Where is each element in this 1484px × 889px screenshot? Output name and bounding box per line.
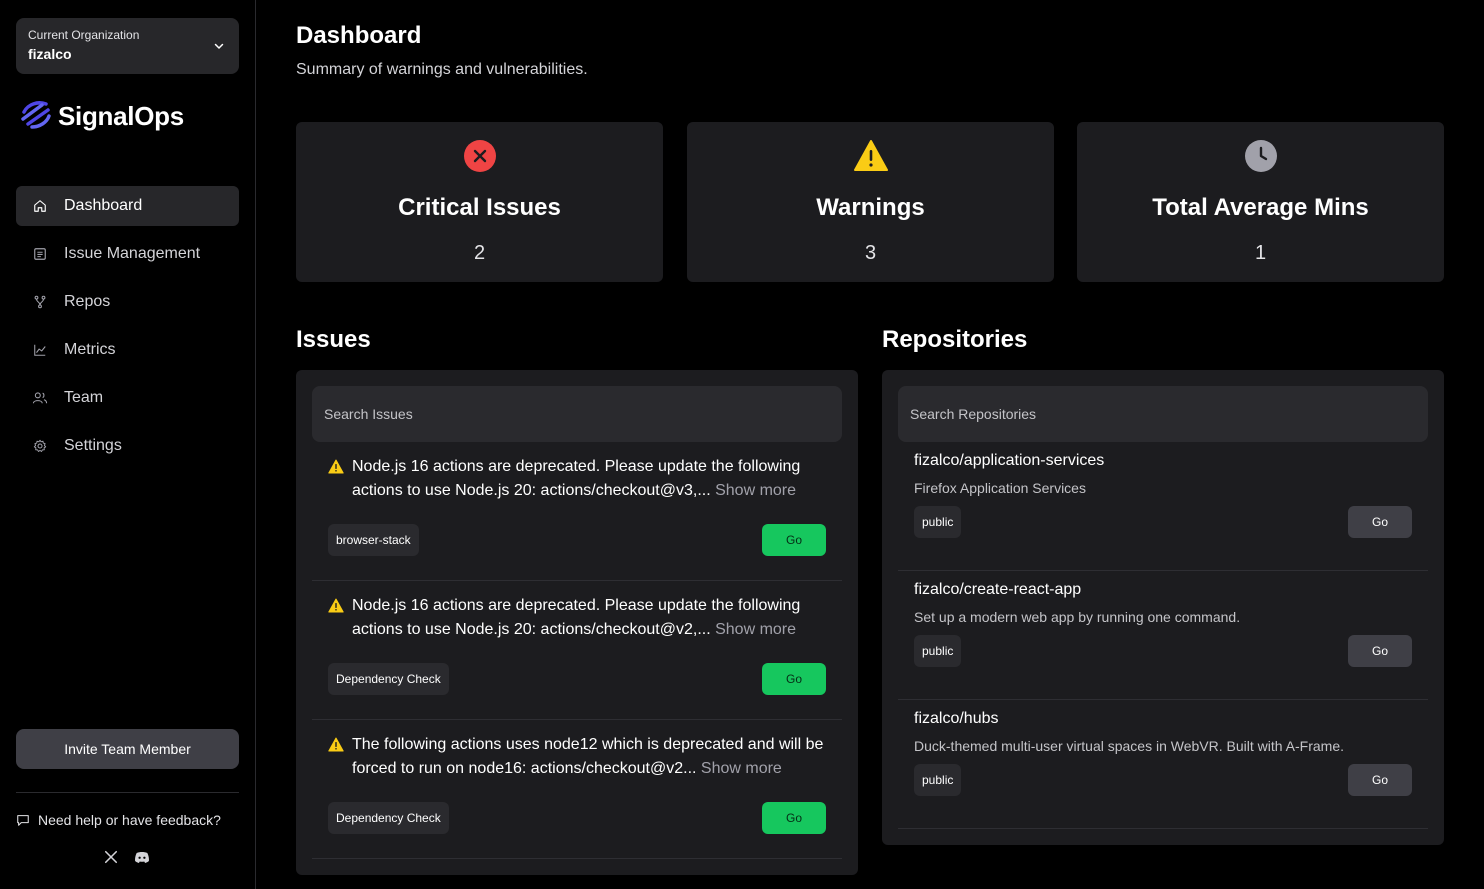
warning-icon xyxy=(328,737,344,757)
stat-value: 1 xyxy=(1254,242,1267,264)
sidebar-item-label: Repos xyxy=(64,293,111,310)
x-circle-icon xyxy=(463,139,497,173)
brand-name: SignalOps xyxy=(58,101,184,131)
git-branch-icon xyxy=(32,294,48,310)
search-issues-input[interactable] xyxy=(312,386,842,442)
page-subtitle: Summary of warnings and vulnerabilities. xyxy=(296,61,588,78)
home-icon xyxy=(32,198,48,214)
repo-name[interactable]: fizalco/application-services xyxy=(914,452,1104,470)
issue-item: Node.js 16 actions are deprecated. Pleas… xyxy=(312,581,842,720)
sidebar-item-team[interactable]: Team xyxy=(16,378,239,418)
repo-description: Firefox Application Services xyxy=(914,480,1086,496)
brand-logo[interactable]: SignalOps xyxy=(20,98,184,135)
sidebar: Current Organization fizalco SignalOps D… xyxy=(0,0,256,889)
gear-icon xyxy=(32,438,48,454)
issues-title: Issues xyxy=(296,326,371,353)
issue-message: The following actions uses node12 which … xyxy=(352,733,832,781)
repo-description: Set up a modern web app by running one c… xyxy=(914,609,1241,625)
repo-description: Duck-themed multi-user virtual spaces in… xyxy=(914,738,1344,754)
stat-value: 2 xyxy=(473,242,486,264)
sidebar-item-metrics[interactable]: Metrics xyxy=(16,330,239,370)
sidebar-item-label: Settings xyxy=(64,437,122,454)
sidebar-item-label: Issue Management xyxy=(64,245,201,262)
stat-title: Warnings xyxy=(816,194,925,221)
go-button[interactable]: Go xyxy=(1348,635,1412,667)
sidebar-divider xyxy=(16,792,239,793)
chevron-down-icon xyxy=(213,39,225,57)
issues-panel: Node.js 16 actions are deprecated. Pleas… xyxy=(296,370,858,875)
feedback-link[interactable]: Need help or have feedback? xyxy=(16,812,221,828)
signalops-logo-icon xyxy=(20,98,52,135)
stat-card-critical-issues: Critical Issues 2 xyxy=(296,122,663,282)
stat-title: Critical Issues xyxy=(398,194,561,221)
warning-icon xyxy=(328,459,344,479)
repositories-title: Repositories xyxy=(882,326,1028,353)
sidebar-item-repos[interactable]: Repos xyxy=(16,282,239,322)
org-label: Current Organization xyxy=(28,28,140,42)
message-icon xyxy=(17,815,29,826)
issue-message: Node.js 16 actions are deprecated. Pleas… xyxy=(352,455,832,503)
visibility-badge: public xyxy=(914,635,962,667)
repo-item: fizalco/application-services Firefox App… xyxy=(898,442,1428,571)
repo-name[interactable]: fizalco/create-react-app xyxy=(914,581,1081,599)
issue-tag: Dependency Check xyxy=(328,663,449,695)
stat-value: 3 xyxy=(864,242,877,264)
sidebar-item-label: Team xyxy=(64,389,104,406)
feedback-label: Need help or have feedback? xyxy=(38,812,221,828)
chart-line-icon xyxy=(32,342,48,358)
warning-icon xyxy=(853,139,888,173)
issue-item: Node.js 16 actions are deprecated. Pleas… xyxy=(312,442,842,581)
visibility-badge: public xyxy=(914,506,962,538)
org-switcher[interactable]: Current Organization fizalco xyxy=(16,18,239,74)
go-button[interactable]: Go xyxy=(762,802,826,834)
sidebar-item-label: Dashboard xyxy=(64,197,143,214)
sidebar-item-issue-management[interactable]: Issue Management xyxy=(16,234,239,274)
search-repositories-input[interactable] xyxy=(898,386,1428,442)
stat-card-warnings: Warnings 3 xyxy=(687,122,1054,282)
repo-item: fizalco/create-react-app Set up a modern… xyxy=(898,571,1428,700)
visibility-badge: public xyxy=(914,764,962,796)
stat-title: Total Average Mins xyxy=(1152,194,1369,221)
sidebar-item-settings[interactable]: Settings xyxy=(16,426,239,466)
sidebar-nav: Dashboard Issue Management Repos Metrics… xyxy=(16,186,239,474)
go-button[interactable]: Go xyxy=(1348,764,1412,796)
clock-icon xyxy=(1244,139,1278,173)
issue-tag: browser-stack xyxy=(328,524,419,556)
social-links xyxy=(104,850,166,864)
x-twitter-icon[interactable] xyxy=(104,850,118,864)
org-name: fizalco xyxy=(28,46,72,62)
list-icon xyxy=(32,246,48,262)
go-button[interactable]: Go xyxy=(1348,506,1412,538)
repo-item: fizalco/hubs Duck-themed multi-user virt… xyxy=(898,700,1428,829)
show-more-link[interactable]: Show more xyxy=(701,760,782,777)
page-title: Dashboard xyxy=(296,22,422,49)
discord-icon[interactable] xyxy=(134,851,150,864)
repositories-panel: fizalco/application-services Firefox App… xyxy=(882,370,1444,845)
go-button[interactable]: Go xyxy=(762,524,826,556)
warning-icon xyxy=(328,598,344,618)
sidebar-item-label: Metrics xyxy=(64,341,116,358)
go-button[interactable]: Go xyxy=(762,663,826,695)
issue-item: The following actions uses node12 which … xyxy=(312,720,842,859)
repo-name[interactable]: fizalco/hubs xyxy=(914,710,999,728)
sidebar-item-dashboard[interactable]: Dashboard xyxy=(16,186,239,226)
show-more-link[interactable]: Show more xyxy=(715,621,796,638)
show-more-link[interactable]: Show more xyxy=(715,482,796,499)
stat-card-total-average-mins: Total Average Mins 1 xyxy=(1077,122,1444,282)
issue-tag: Dependency Check xyxy=(328,802,449,834)
invite-team-member-button[interactable]: Invite Team Member xyxy=(16,729,239,769)
issue-message: Node.js 16 actions are deprecated. Pleas… xyxy=(352,594,832,642)
users-icon xyxy=(32,390,48,406)
